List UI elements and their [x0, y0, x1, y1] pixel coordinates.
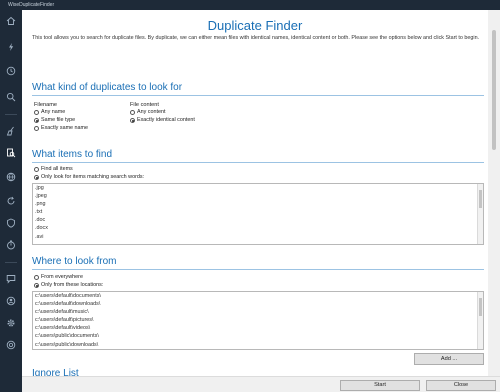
radio-button[interactable]	[34, 109, 39, 115]
radio-button[interactable]	[34, 125, 39, 131]
filename-option-same-type[interactable]: Same file type	[34, 117, 75, 123]
where-option-everywhere[interactable]: From everywhere	[34, 274, 83, 280]
list-item[interactable]: .docx	[33, 224, 483, 232]
flash-icon[interactable]	[4, 40, 18, 54]
radio-button[interactable]	[34, 282, 39, 288]
list-item[interactable]: .png	[33, 200, 483, 208]
items-option-matching[interactable]: Only look for items matching search word…	[34, 174, 144, 180]
kinds-heading: What kind of duplicates to look for	[32, 82, 183, 93]
home-icon[interactable]	[4, 14, 18, 28]
content-option-identical[interactable]: Exactly identical content	[130, 117, 195, 123]
list-item[interactable]: c:\users\default\music\	[33, 308, 483, 316]
refresh-icon[interactable]	[4, 194, 18, 208]
shield-icon[interactable]	[4, 216, 18, 230]
items-option-all[interactable]: Find all items	[34, 166, 73, 172]
title-bar: WiseDuplicateFinder	[0, 0, 500, 10]
search-words-list[interactable]: .jpg .jpeg .png .txt .doc .docx .avi	[32, 183, 484, 245]
user-icon[interactable]	[4, 294, 18, 308]
list-item[interactable]: c:\users\default\videos\	[33, 324, 483, 332]
gear-icon[interactable]	[4, 316, 18, 330]
chat-icon[interactable]	[4, 272, 18, 286]
main-scrollbar[interactable]	[488, 10, 500, 376]
section-divider	[32, 269, 484, 270]
radio-button[interactable]	[34, 274, 39, 280]
add-location-button[interactable]: Add ...	[414, 353, 484, 365]
footer-bar: Start Close	[22, 376, 500, 392]
section-divider	[32, 95, 484, 96]
list-item[interactable]: c:\users\public\documents\	[33, 332, 483, 340]
broom-icon[interactable]	[4, 124, 18, 138]
list-item[interactable]: .jpeg	[33, 192, 483, 200]
start-button[interactable]: Start	[340, 380, 420, 391]
items-heading: What items to find	[32, 149, 113, 160]
radio-button[interactable]	[34, 174, 39, 180]
filename-option-exact-name[interactable]: Exactly same name	[34, 125, 88, 131]
scrollbar-thumb[interactable]	[479, 190, 482, 208]
globe-icon[interactable]	[4, 170, 18, 184]
intro-text: This tool allows you to search for dupli…	[32, 35, 480, 41]
search-file-icon[interactable]	[4, 146, 18, 160]
list-item[interactable]: c:\users\default\documents\	[33, 292, 483, 300]
content-option-any[interactable]: Any content	[130, 109, 165, 115]
sidebar	[0, 10, 22, 392]
ignore-heading: Ignore List	[32, 368, 79, 376]
list-item[interactable]: .jpg	[33, 184, 483, 192]
timer-icon[interactable]	[4, 238, 18, 252]
list-item[interactable]: .doc	[33, 216, 483, 224]
list-item[interactable]: .avi	[33, 233, 483, 241]
radio-button[interactable]	[34, 166, 39, 172]
list-scrollbar[interactable]	[477, 184, 483, 244]
window-title: WiseDuplicateFinder	[8, 2, 55, 8]
list-item[interactable]: c:\users\default\pictures\	[33, 316, 483, 324]
radio-button[interactable]	[130, 117, 135, 123]
filename-label: Filename	[34, 102, 58, 108]
close-button[interactable]: Close	[426, 380, 496, 391]
section-divider	[32, 162, 484, 163]
search-icon[interactable]	[4, 90, 18, 104]
scrollbar-thumb[interactable]	[492, 30, 496, 150]
sidebar-separator	[5, 114, 17, 115]
list-item[interactable]: .txt	[33, 208, 483, 216]
sidebar-separator	[5, 262, 17, 263]
clock-icon[interactable]	[4, 64, 18, 78]
main-content: Duplicate Finder This tool allows you to…	[22, 10, 488, 376]
radio-button[interactable]	[34, 117, 39, 123]
list-item[interactable]: c:\users\default\downloads\	[33, 300, 483, 308]
filename-option-any-name[interactable]: Any name	[34, 109, 65, 115]
list-item[interactable]: c:\users\public\downloads\	[33, 341, 483, 349]
locations-list[interactable]: c:\users\default\documents\ c:\users\def…	[32, 291, 484, 350]
where-heading: Where to look from	[32, 256, 117, 267]
page-title: Duplicate Finder	[207, 18, 303, 33]
file-content-label: File content	[130, 102, 159, 108]
radio-button[interactable]	[130, 109, 135, 115]
list-scrollbar[interactable]	[477, 292, 483, 349]
help-icon[interactable]	[4, 338, 18, 352]
scrollbar-thumb[interactable]	[479, 298, 482, 316]
where-option-locations[interactable]: Only from these locations:	[34, 282, 103, 288]
